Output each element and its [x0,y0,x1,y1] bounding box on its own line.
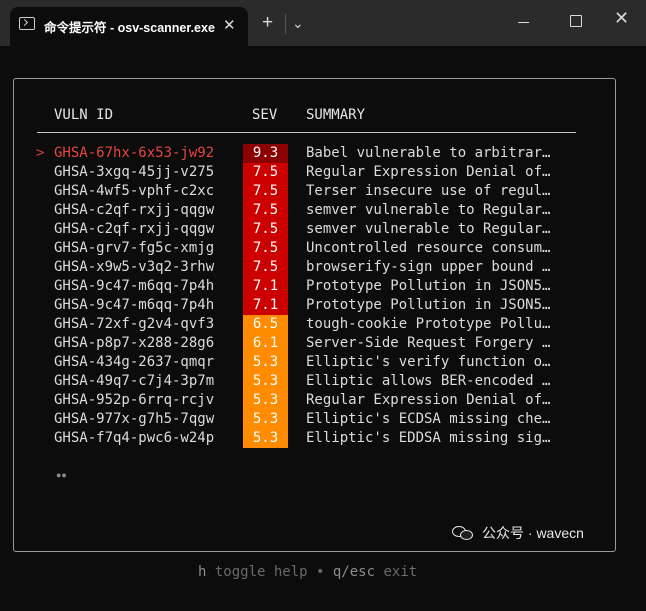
header-sev: SEV [252,107,278,123]
vuln-id: GHSA-49q7-c7j4-3p7m [54,373,215,389]
vuln-row[interactable]: GHSA-9c47-m6qq-7p4h 7.1 Prototype Pollutio… [0,296,646,316]
vuln-id: GHSA-4wf5-vphf-c2xc [54,183,215,199]
vuln-row[interactable]: GHSA-3xgq-45jj-v275 7.5 Regular Expression… [0,163,646,183]
header-vuln-id: VULN ID [54,107,114,123]
severity-badge: 9.3 [243,144,288,163]
vuln-id: GHSA-f7q4-pwc6-w24p [54,430,215,446]
selection-marker: > [36,145,45,161]
severity-badge: 7.1 [243,296,288,315]
title-bar: 命令提示符 - osv-scanner.exe ✕ + ⌄ ✕ [0,0,646,46]
severity-badge: 6.1 [243,334,288,353]
severity-badge: 7.5 [243,201,288,220]
vuln-row[interactable]: GHSA-f7q4-pwc6-w24p 5.3 Elliptic's EDDSA m… [0,429,646,449]
vuln-row[interactable]: GHSA-434g-2637-qmqr 5.3 Elliptic's verify … [0,353,646,373]
severity-badge: 6.5 [243,315,288,334]
active-tab[interactable]: 命令提示符 - osv-scanner.exe ✕ [10,7,248,46]
vuln-summary: browserify-sign upper bound … [306,259,551,275]
vuln-row[interactable]: GHSA-977x-g7h5-7qgw 5.3 Elliptic's ECDSA m… [0,410,646,430]
severity-badge: 7.5 [243,163,288,182]
chevron-down-icon[interactable]: ⌄ [292,16,304,30]
vuln-row[interactable]: GHSA-9c47-m6qq-7p4h 7.1 Prototype Pollutio… [0,277,646,297]
vuln-summary: Terser insecure use of regul… [306,183,551,199]
vuln-id: GHSA-x9w5-v3q2-3rhw [54,259,215,275]
severity-badge: 5.3 [243,391,288,410]
vuln-id: GHSA-c2qf-rxjj-qqgw [54,202,215,218]
new-tab-button[interactable]: + [262,13,273,32]
vuln-id: GHSA-9c47-m6qq-7p4h [54,278,215,294]
vuln-id: GHSA-434g-2637-qmqr [54,354,215,370]
severity-badge: 5.3 [243,372,288,391]
vuln-row[interactable]: GHSA-p8p7-x288-28g6 6.1 Server-Side Reques… [0,334,646,354]
severity-badge: 5.3 [243,410,288,429]
vuln-summary: Elliptic allows BER-encoded … [306,373,551,389]
vuln-row[interactable]: GHSA-4wf5-vphf-c2xc 7.5 Terser insecure us… [0,182,646,202]
vuln-row[interactable]: GHSA-72xf-g2v4-qvf3 6.5 tough-cookie Proto… [0,315,646,335]
vuln-summary: Prototype Pollution in JSON5… [306,278,551,294]
vuln-summary: Server-Side Request Forgery … [306,335,551,351]
watermark-text: 公众号 · wavecn [482,525,584,541]
close-window-button[interactable]: ✕ [614,9,629,27]
vuln-id: GHSA-67hx-6x53-jw92 [54,145,215,161]
vuln-summary: Uncontrolled resource consum… [306,240,551,256]
vuln-row[interactable]: GHSA-c2qf-rxjj-qqgw 7.5 semver vulnerable … [0,220,646,240]
severity-badge: 7.5 [243,182,288,201]
vuln-row[interactable]: GHSA-grv7-fg5c-xmjg 7.5 Uncontrolled resou… [0,239,646,259]
vuln-id: GHSA-grv7-fg5c-xmjg [54,240,215,256]
pagination-dots: ●● [56,470,67,480]
terminal-icon [19,17,35,30]
vuln-summary: tough-cookie Prototype Pollu… [306,316,551,332]
vuln-summary: Elliptic's ECDSA missing che… [306,411,551,427]
vuln-row[interactable]: GHSA-952p-6rrq-rcjv 5.3 Regular Expression… [0,391,646,411]
exit-key: q/esc [332,564,376,580]
severity-badge: 7.1 [243,277,288,296]
vuln-summary: semver vulnerable to Regular… [306,202,551,218]
vuln-id: GHSA-9c47-m6qq-7p4h [54,297,215,313]
vuln-row[interactable]: GHSA-c2qf-rxjj-qqgw 7.5 semver vulnerable … [0,201,646,221]
header-divider [37,132,576,133]
wechat-icon [452,525,474,541]
severity-badge: 7.5 [243,239,288,258]
severity-badge: 5.3 [243,353,288,372]
vuln-summary: Babel vulnerable to arbitrar… [306,145,551,161]
vuln-summary: Prototype Pollution in JSON5… [306,297,551,313]
tab-divider [285,14,286,34]
minimize-button[interactable] [518,22,529,23]
severity-badge: 7.5 [243,220,288,239]
severity-badge: 5.3 [243,429,288,448]
vuln-id: GHSA-72xf-g2v4-qvf3 [54,316,215,332]
tab-title: 命令提示符 - osv-scanner.exe [44,21,215,35]
vuln-row[interactable]: GHSA-49q7-c7j4-3p7m 5.3 Elliptic allows BE… [0,372,646,392]
vuln-summary: Regular Expression Denial of… [306,392,551,408]
vuln-id: GHSA-952p-6rrq-rcjv [54,392,215,408]
vuln-row[interactable]: > GHSA-67hx-6x53-jw92 9.3 Babel vulnerable … [0,144,646,164]
vuln-id: GHSA-p8p7-x288-28g6 [54,335,215,351]
exit-text: exit [375,564,418,580]
help-text: toggle help • [206,564,333,580]
vuln-summary: Regular Expression Denial of… [306,164,551,180]
maximize-button[interactable] [570,15,582,27]
severity-badge: 7.5 [243,258,288,277]
vuln-summary: semver vulnerable to Regular… [306,221,551,237]
watermark: 公众号 · wavecn [452,523,584,543]
help-footer: h toggle help • q/esc exit [198,564,417,580]
close-tab-icon[interactable]: ✕ [223,16,236,34]
vuln-summary: Elliptic's verify function o… [306,354,551,370]
header-summary: SUMMARY [306,107,366,123]
vuln-id: GHSA-3xgq-45jj-v275 [54,164,215,180]
vuln-id: GHSA-c2qf-rxjj-qqgw [54,221,215,237]
vuln-summary: Elliptic's EDDSA missing sig… [306,430,551,446]
vuln-id: GHSA-977x-g7h5-7qgw [54,411,215,427]
vuln-row[interactable]: GHSA-x9w5-v3q2-3rhw 7.5 browserify-sign up… [0,258,646,278]
